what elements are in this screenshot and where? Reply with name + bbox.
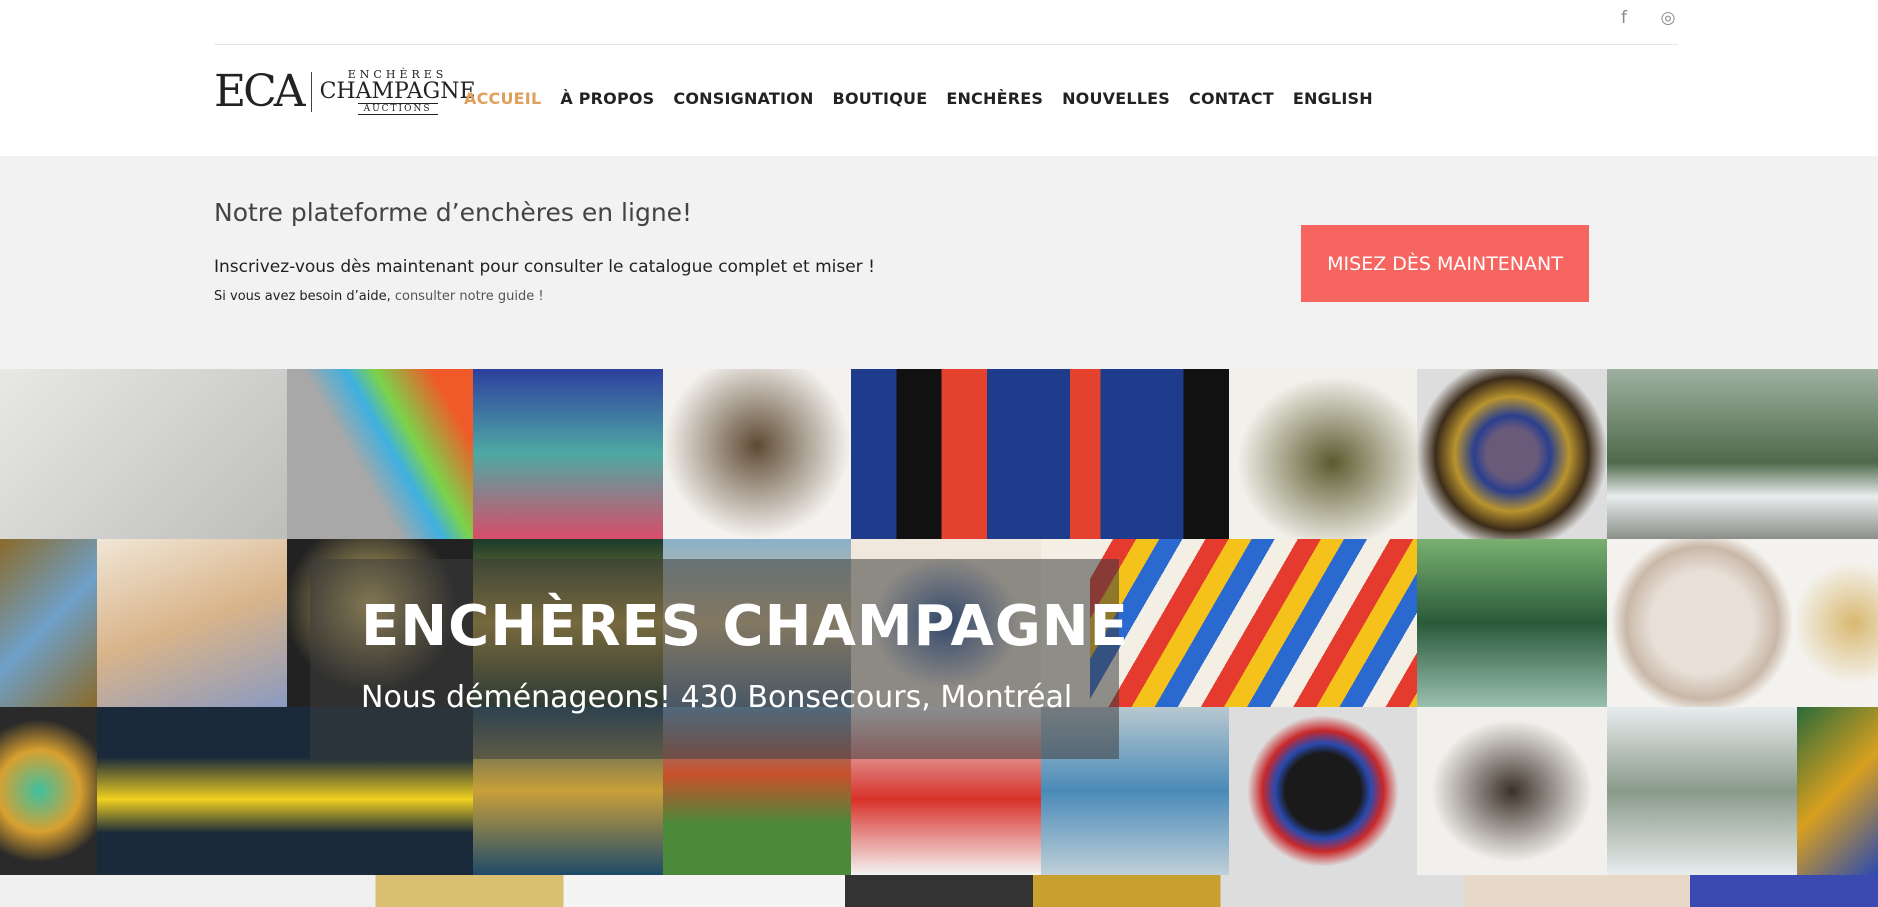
collage-tile — [663, 369, 851, 539]
logo-divider — [310, 71, 312, 112]
nav-a-propos[interactable]: À propos — [560, 89, 654, 108]
nav-accueil[interactable]: Accueil — [464, 89, 541, 108]
promo-text: Inscrivez-vous dès maintenant pour consu… — [214, 257, 875, 277]
promo-banner: Notre plateforme d’enchères en ligne! In… — [0, 156, 1878, 369]
promo-help: Si vous avez besoin d’aide, consulter no… — [214, 289, 544, 304]
collage-tile — [0, 539, 97, 707]
guide-link[interactable]: consulter notre guide ! — [395, 289, 544, 304]
collage-tile — [1417, 539, 1607, 707]
logo-line2: CHAMPAGNE — [319, 79, 476, 104]
hero-title: ENCHÈRES CHAMPAGNE — [361, 594, 1129, 659]
nav-boutique[interactable]: Boutique — [833, 89, 928, 108]
collage-tile — [1607, 707, 1797, 875]
collage-tile — [1797, 707, 1878, 875]
collage-tile — [0, 369, 287, 539]
collage-tile — [1229, 369, 1417, 539]
logo-wordmark: ENCHÈRES CHAMPAGNE AUCTIONS — [320, 68, 476, 115]
collage-tile — [1229, 707, 1417, 875]
collage-tile — [1417, 707, 1607, 875]
collage-tile — [97, 539, 287, 707]
logo[interactable]: ECA ENCHÈRES CHAMPAGNE AUCTIONS — [214, 66, 476, 117]
collage-tile — [1417, 369, 1607, 539]
collage-tile — [1607, 369, 1878, 539]
collage-tile — [287, 369, 473, 539]
bid-now-button[interactable]: MISEZ DÈS MAINTENANT — [1301, 225, 1589, 302]
collage-tile — [473, 369, 663, 539]
nav-consignation[interactable]: Consignation — [673, 89, 813, 108]
collage-tile — [0, 875, 1878, 907]
instagram-icon[interactable]: ◎ — [1658, 8, 1678, 28]
logo-mark: ECA — [214, 66, 306, 117]
top-bar: f ◎ — [0, 0, 1878, 45]
logo-line3: AUCTIONS — [357, 103, 438, 115]
collage-tile — [1090, 539, 1417, 707]
collage-tile — [1607, 539, 1797, 707]
facebook-icon[interactable]: f — [1614, 8, 1634, 28]
nav-contact[interactable]: Contact — [1189, 89, 1274, 108]
collage-tile — [851, 369, 1229, 539]
hero-overlay — [310, 559, 1119, 759]
nav-encheres[interactable]: Enchères — [946, 89, 1043, 108]
collage-tile — [1797, 539, 1878, 707]
hero-subtitle: Nous déménageons! 430 Bonsecours, Montré… — [361, 680, 1073, 715]
nav-nouvelles[interactable]: Nouvelles — [1062, 89, 1170, 108]
social-links: f ◎ — [1614, 8, 1678, 28]
promo-title: Notre plateforme d’enchères en ligne! — [214, 198, 693, 227]
collage-tile — [0, 707, 97, 875]
nav-english[interactable]: English — [1293, 89, 1373, 108]
promo-help-text: Si vous avez besoin d’aide, — [214, 289, 395, 304]
top-bar-inner: f ◎ — [214, 0, 1678, 45]
main-nav: Accueil À propos Consignation Boutique E… — [464, 89, 1392, 108]
